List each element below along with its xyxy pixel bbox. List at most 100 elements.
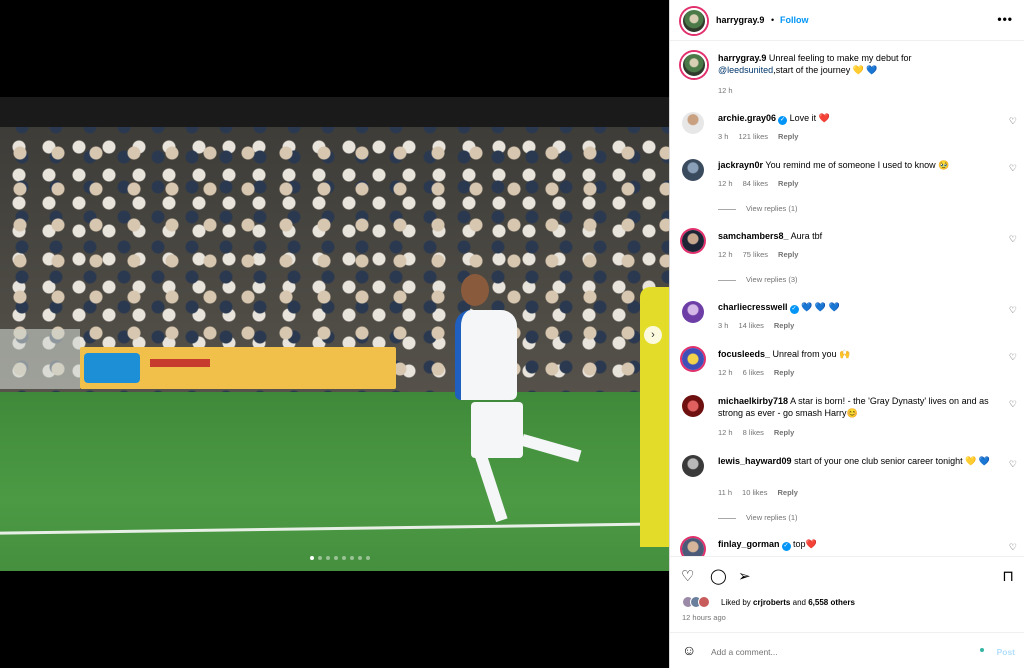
comment-time: 11 h: [718, 488, 733, 497]
post-header: harrygray.9 • Follow •••: [670, 0, 1024, 41]
post-timestamp[interactable]: 12 hours ago: [682, 613, 726, 622]
comment-username[interactable]: finlay_gorman: [718, 539, 780, 549]
avatar[interactable]: [681, 52, 707, 78]
avatar[interactable]: [682, 538, 704, 556]
carousel-dot: [366, 556, 370, 560]
heart-icon[interactable]: ♡: [681, 567, 694, 585]
like-comment-icon[interactable]: ♡: [1009, 163, 1017, 174]
comment-likes[interactable]: 8 likes: [743, 428, 764, 437]
comment-icon[interactable]: ◯: [710, 567, 727, 585]
comment-likes[interactable]: 121 likes: [738, 132, 768, 141]
comment-time: 3 h: [718, 321, 729, 330]
avatar[interactable]: [682, 455, 704, 477]
reply-button[interactable]: Reply: [778, 250, 798, 259]
liked-by[interactable]: Liked by crjroberts and 6,558 others: [721, 598, 855, 607]
comment-username[interactable]: samchambers8_: [718, 231, 789, 241]
comment-likes[interactable]: 10 likes: [742, 488, 767, 497]
carousel-dot: [342, 556, 346, 560]
add-comment-bar: ☺ Add a comment... Post: [670, 632, 1024, 668]
more-options-icon[interactable]: •••: [997, 12, 1013, 26]
header-separator: •: [771, 15, 775, 25]
like-comment-icon[interactable]: ♡: [1009, 459, 1017, 470]
comment-time: 3 h: [718, 132, 729, 141]
comment-username[interactable]: lewis_hayward09: [718, 456, 792, 466]
caption-username[interactable]: harrygray.9: [718, 53, 766, 63]
comment-likes[interactable]: 14 likes: [738, 321, 763, 330]
carousel-dots: [310, 556, 370, 560]
carousel-dot: [326, 556, 330, 560]
comment-text: start of your one club senior career ton…: [794, 456, 991, 466]
view-replies-button[interactable]: View replies (3): [718, 275, 798, 284]
view-replies-label: View replies (1): [746, 513, 798, 522]
ad-board: [80, 347, 396, 389]
author-username[interactable]: harrygray.9: [716, 15, 764, 25]
view-replies-button[interactable]: View replies (1): [718, 513, 798, 522]
avatar[interactable]: [682, 301, 704, 323]
comment-input[interactable]: Add a comment...: [711, 647, 778, 657]
comment-time: 12 h: [718, 368, 733, 377]
carousel-dot: [350, 556, 354, 560]
comments-list[interactable]: harrygray.9 Unreal feeling to make my de…: [670, 42, 1024, 556]
view-replies-label: View replies (1): [746, 204, 798, 213]
comment-likes[interactable]: 75 likes: [743, 250, 768, 259]
like-comment-icon[interactable]: ♡: [1009, 352, 1017, 363]
comment-username[interactable]: jackrayn0r: [718, 160, 763, 170]
comment-text: 💙 💙 💙: [801, 302, 840, 312]
player-figure: [455, 272, 585, 537]
like-comment-icon[interactable]: ♡: [1009, 399, 1017, 410]
avatar[interactable]: [682, 112, 704, 134]
comment-text: Unreal from you 🙌: [772, 349, 851, 359]
emoji-icon[interactable]: ☺: [682, 642, 696, 658]
carousel-dot: [318, 556, 322, 560]
carousel-dot: [334, 556, 338, 560]
avatar[interactable]: [682, 348, 704, 370]
carousel-dot: [358, 556, 362, 560]
comment-username[interactable]: charliecresswell: [718, 302, 788, 312]
like-comment-icon[interactable]: ♡: [1009, 542, 1017, 553]
comment-time: 12 h: [718, 250, 733, 259]
post-photo[interactable]: ›: [0, 97, 669, 571]
comment-username[interactable]: focusleeds_: [718, 349, 770, 359]
view-replies-label: View replies (3): [746, 275, 798, 284]
reply-button[interactable]: Reply: [774, 368, 794, 377]
comment-time: 12 h: [718, 179, 733, 188]
comment-text: You remind me of someone I used to know …: [765, 160, 950, 170]
caption-suffix: ,start of the journey 💛 💙: [773, 65, 878, 75]
liked-by-avatars: [682, 596, 716, 608]
loading-dot-icon: [980, 648, 984, 652]
avatar[interactable]: [682, 395, 704, 417]
comment-time: 12 h: [718, 428, 733, 437]
post-sidebar: harrygray.9 • Follow ••• harrygray.9 Unr…: [669, 0, 1024, 668]
verified-icon: ✓: [781, 542, 791, 551]
next-slide-button[interactable]: ›: [644, 326, 662, 344]
reply-button[interactable]: Reply: [778, 132, 798, 141]
follow-button[interactable]: Follow: [780, 15, 809, 25]
post-comment-button[interactable]: Post: [997, 647, 1015, 657]
avatar[interactable]: [682, 159, 704, 181]
comment-username[interactable]: archie.gray06: [718, 113, 776, 123]
reply-button[interactable]: Reply: [777, 488, 797, 497]
comment-text: top❤️: [793, 539, 817, 549]
reply-button[interactable]: Reply: [774, 321, 794, 330]
reply-button[interactable]: Reply: [774, 428, 794, 437]
bookmark-icon[interactable]: ⊓: [1002, 567, 1014, 585]
view-replies-button[interactable]: View replies (1): [718, 204, 798, 213]
reply-button[interactable]: Reply: [778, 179, 798, 188]
liked-by-and: and: [792, 598, 806, 607]
comment-likes[interactable]: 6 likes: [743, 368, 764, 377]
liked-by-user[interactable]: crjroberts: [753, 598, 790, 607]
caption-time: 12 h: [718, 86, 733, 95]
share-icon[interactable]: ➢: [738, 567, 751, 585]
avatar[interactable]: [682, 230, 704, 252]
comment-likes[interactable]: 84 likes: [743, 179, 768, 188]
carousel-dot: [310, 556, 314, 560]
media-area: ›: [0, 0, 669, 668]
like-comment-icon[interactable]: ♡: [1009, 234, 1017, 245]
like-comment-icon[interactable]: ♡: [1009, 116, 1017, 127]
avatar[interactable]: [681, 8, 707, 34]
liked-by-others[interactable]: 6,558 others: [808, 598, 855, 607]
comment-username[interactable]: michaelkirby718: [718, 396, 788, 406]
caption-mention[interactable]: @leedsunited: [718, 65, 773, 75]
like-comment-icon[interactable]: ♡: [1009, 305, 1017, 316]
stand-roof: [0, 97, 669, 127]
